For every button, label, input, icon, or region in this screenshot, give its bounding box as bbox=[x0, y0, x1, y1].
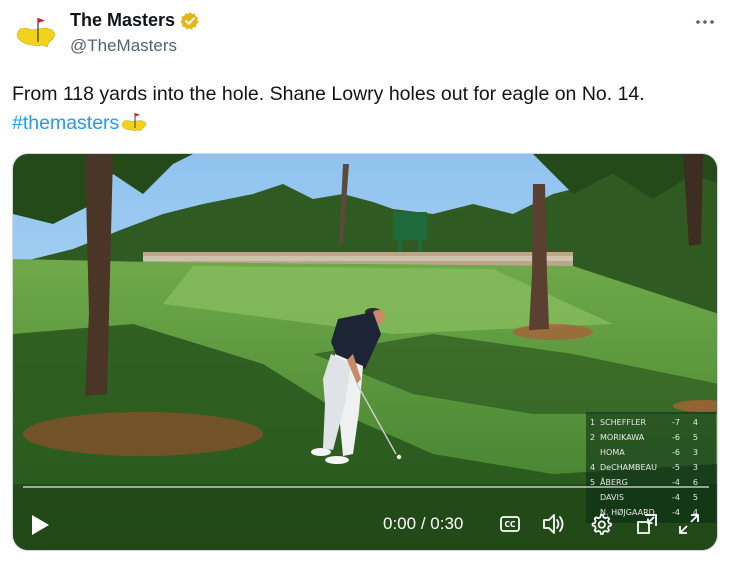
video-player[interactable]: 1 SCHEFFLER -7 4 2 MORIKAWA -6 5 HOMA -6 3 4 DeCHAMB… bbox=[12, 153, 718, 551]
picture-in-picture-icon bbox=[637, 514, 657, 534]
play-button[interactable] bbox=[27, 512, 53, 538]
leaderboard-position: 1 bbox=[590, 418, 596, 427]
gear-icon bbox=[591, 513, 612, 535]
leaderboard-score: -6 bbox=[672, 433, 680, 442]
duration: 0:30 bbox=[430, 514, 464, 533]
fullscreen-button[interactable] bbox=[677, 512, 701, 536]
leaderboard-thru: 3 bbox=[692, 448, 698, 457]
leaderboard-score: -7 bbox=[672, 418, 680, 427]
hashtag-link[interactable]: #themasters bbox=[12, 112, 119, 134]
leaderboard-player: DAVIS bbox=[600, 493, 624, 502]
more-options-button[interactable] bbox=[693, 10, 717, 34]
captions-icon: CC bbox=[500, 516, 520, 532]
leaderboard-row: 2 MORIKAWA -6 5 bbox=[590, 430, 712, 445]
tweet-text: From 118 yards into the hole. Shane Lowr… bbox=[12, 80, 717, 138]
leaderboard-thru: 3 bbox=[692, 463, 698, 472]
leaderboard-player: SCHEFFLER bbox=[600, 418, 647, 427]
volume-button[interactable] bbox=[541, 512, 567, 536]
leaderboard-row: 4 DeCHAMBEAU -5 3 bbox=[590, 460, 712, 475]
play-icon bbox=[32, 515, 49, 535]
leaderboard-player: MORIKAWA bbox=[600, 433, 645, 442]
leaderboard-thru: 5 bbox=[692, 433, 698, 442]
masters-logo-icon bbox=[16, 18, 56, 48]
account-handle[interactable]: @TheMasters bbox=[70, 36, 177, 56]
leaderboard-row: HOMA -6 3 bbox=[590, 445, 712, 460]
fullscreen-icon bbox=[679, 514, 699, 534]
tweet-body: From 118 yards into the hole. Shane Lowr… bbox=[12, 83, 645, 105]
display-name[interactable]: The Masters bbox=[70, 10, 175, 31]
captions-label: CC bbox=[504, 520, 516, 529]
current-time: 0:00 bbox=[383, 514, 417, 533]
leaderboard-position: 2 bbox=[590, 433, 596, 442]
more-dots-icon bbox=[696, 20, 714, 24]
leaderboard-row: 1 SCHEFFLER -7 4 bbox=[590, 415, 712, 430]
avatar[interactable] bbox=[14, 12, 58, 56]
leaderboard-player: HOMA bbox=[600, 448, 625, 457]
leaderboard-score: -5 bbox=[672, 463, 680, 472]
leaderboard-score: -4 bbox=[672, 493, 680, 502]
leaderboard-score: -6 bbox=[672, 448, 680, 457]
leaderboard-position: 4 bbox=[590, 463, 596, 472]
video-progress-bar[interactable] bbox=[23, 486, 709, 488]
picture-in-picture-button[interactable] bbox=[635, 512, 659, 536]
leaderboard-thru: 4 bbox=[692, 418, 698, 427]
verified-badge-icon bbox=[180, 11, 200, 31]
settings-button[interactable] bbox=[589, 512, 613, 536]
captions-button[interactable]: CC bbox=[499, 514, 521, 534]
video-controls: 0:00 / 0:30 CC bbox=[13, 506, 717, 542]
volume-icon bbox=[543, 514, 564, 534]
leaderboard-thru: 5 bbox=[692, 493, 698, 502]
leaderboard-player: DeCHAMBEAU bbox=[600, 463, 657, 472]
leaderboard-row: DAVIS -4 5 bbox=[590, 490, 712, 505]
time-separator: / bbox=[420, 514, 426, 533]
masters-flag-emoji bbox=[121, 111, 147, 133]
video-time: 0:00 / 0:30 bbox=[383, 514, 463, 534]
